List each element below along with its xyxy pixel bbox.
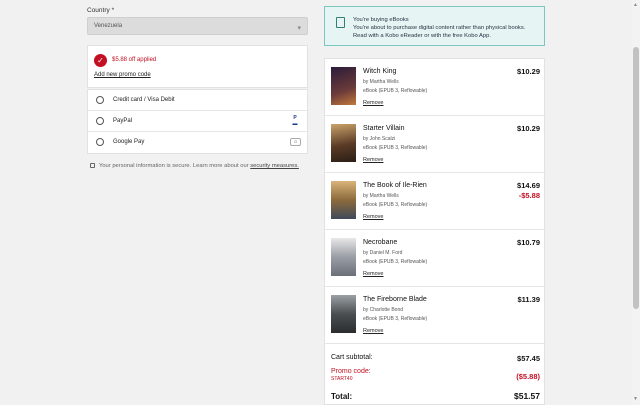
total-value: $51.57 bbox=[514, 391, 540, 401]
promo-applied-text: $5.88 off applied bbox=[112, 57, 157, 63]
remove-link[interactable]: Remove bbox=[363, 157, 383, 163]
promo-panel: ✓ $5.88 off applied Add new promo code bbox=[87, 45, 308, 88]
item-format: eBook (EPUB 3, Reflowable) bbox=[363, 88, 428, 94]
country-select[interactable]: Venezuela ▾ bbox=[87, 17, 308, 35]
cart-item: Witch King by Martha Wells eBook (EPUB 3… bbox=[325, 59, 546, 116]
promo-code-value: START40 bbox=[331, 376, 353, 382]
info-line-1: You're buying eBooks bbox=[353, 17, 409, 23]
item-price: $10.29 bbox=[517, 67, 540, 76]
info-line-3: Read with a Kobo eReader or with the fre… bbox=[353, 33, 491, 39]
payment-option-credit-card[interactable]: Credit card / Visa Debit bbox=[88, 90, 307, 111]
country-label: Country * bbox=[87, 7, 115, 14]
book-cover-image bbox=[331, 124, 356, 162]
subtotal-label: Cart subtotal: bbox=[331, 354, 373, 361]
radio-paypal[interactable] bbox=[96, 117, 104, 125]
remove-link[interactable]: Remove bbox=[363, 100, 383, 106]
item-title: The Fireborne Blade bbox=[363, 296, 427, 303]
book-cover-image bbox=[331, 67, 356, 105]
item-format: eBook (EPUB 3, Reflowable) bbox=[363, 202, 428, 208]
item-title: Necrobane bbox=[363, 239, 398, 246]
item-title: Starter Villain bbox=[363, 125, 405, 132]
radio-credit-card[interactable] bbox=[96, 96, 104, 104]
secure-note-text: Your personal information is secure. Lea… bbox=[99, 163, 251, 169]
cart-item: Starter Villain by John Scalzi eBook (EP… bbox=[325, 116, 546, 173]
info-line-2: You're about to purchase digital content… bbox=[353, 25, 526, 31]
item-price: $10.79 bbox=[517, 238, 540, 247]
book-cover-image bbox=[331, 238, 356, 276]
ebook-info-banner: You're buying eBooks You're about to pur… bbox=[324, 6, 545, 46]
chevron-down-icon: ▾ bbox=[297, 25, 301, 32]
checkmark-icon: ✓ bbox=[94, 54, 107, 67]
payment-methods: Credit card / Visa Debit PayPal P ▬ Googl… bbox=[87, 89, 308, 154]
item-price: $10.29 bbox=[517, 124, 540, 133]
item-format: eBook (EPUB 3, Reflowable) bbox=[363, 316, 428, 322]
item-author: by Martha Wells bbox=[363, 193, 399, 199]
item-format: eBook (EPUB 3, Reflowable) bbox=[363, 145, 428, 151]
radio-google-pay[interactable] bbox=[96, 138, 104, 146]
lock-icon bbox=[90, 163, 95, 168]
item-format: eBook (EPUB 3, Reflowable) bbox=[363, 259, 428, 265]
payment-label: PayPal bbox=[113, 118, 133, 124]
payment-option-google-pay[interactable]: Google Pay G bbox=[88, 132, 307, 153]
item-title: Witch King bbox=[363, 68, 397, 75]
item-author: by Charlotte Bond bbox=[363, 307, 404, 313]
item-price: $14.69 bbox=[517, 181, 540, 190]
item-author: by Daniel M. Ford bbox=[363, 250, 403, 256]
item-title: The Book of Ile-Rien bbox=[363, 182, 427, 189]
remove-link[interactable]: Remove bbox=[363, 214, 383, 220]
payment-label: Credit card / Visa Debit bbox=[113, 97, 175, 103]
add-promo-code-link[interactable]: Add new promo code bbox=[94, 72, 151, 78]
country-value: Venezuela bbox=[94, 23, 123, 29]
item-author: by Martha Wells bbox=[363, 79, 399, 85]
payment-option-paypal[interactable]: PayPal P ▬ bbox=[88, 111, 307, 132]
book-cover-image bbox=[331, 181, 356, 219]
remove-link[interactable]: Remove bbox=[363, 328, 383, 334]
cart-item: The Book of Ile-Rien by Martha Wells eBo… bbox=[325, 173, 546, 230]
info-text: You're buying eBooks You're about to pur… bbox=[353, 16, 525, 40]
scrollbar-thumb[interactable] bbox=[633, 47, 639, 309]
secure-note: Your personal information is secure. Lea… bbox=[90, 162, 299, 169]
paypal-icon: P ▬ bbox=[292, 115, 298, 127]
promo-discount-value: ($5.88) bbox=[516, 372, 540, 381]
security-measures-link[interactable]: security measures. bbox=[250, 163, 299, 169]
book-icon bbox=[336, 17, 345, 28]
promo-code-label: Promo code: bbox=[331, 368, 371, 375]
remove-link[interactable]: Remove bbox=[363, 271, 383, 277]
item-discount: -$5.88 bbox=[518, 191, 540, 200]
total-label: Total: bbox=[331, 392, 353, 401]
cart-item: The Fireborne Blade by Charlotte Bond eB… bbox=[325, 287, 546, 344]
item-author: by John Scalzi bbox=[363, 136, 396, 142]
scroll-down-icon[interactable]: ▼ bbox=[633, 396, 638, 402]
subtotal-value: $57.45 bbox=[517, 354, 540, 363]
cart-summary: Witch King by Martha Wells eBook (EPUB 3… bbox=[324, 58, 546, 405]
book-cover-image bbox=[331, 295, 356, 333]
cart-item: Necrobane by Daniel M. Ford eBook (EPUB … bbox=[325, 230, 546, 287]
google-pay-icon: G bbox=[290, 138, 301, 146]
scroll-up-icon[interactable]: ▲ bbox=[633, 2, 638, 8]
item-price: $11.39 bbox=[517, 295, 540, 304]
payment-label: Google Pay bbox=[113, 139, 145, 145]
